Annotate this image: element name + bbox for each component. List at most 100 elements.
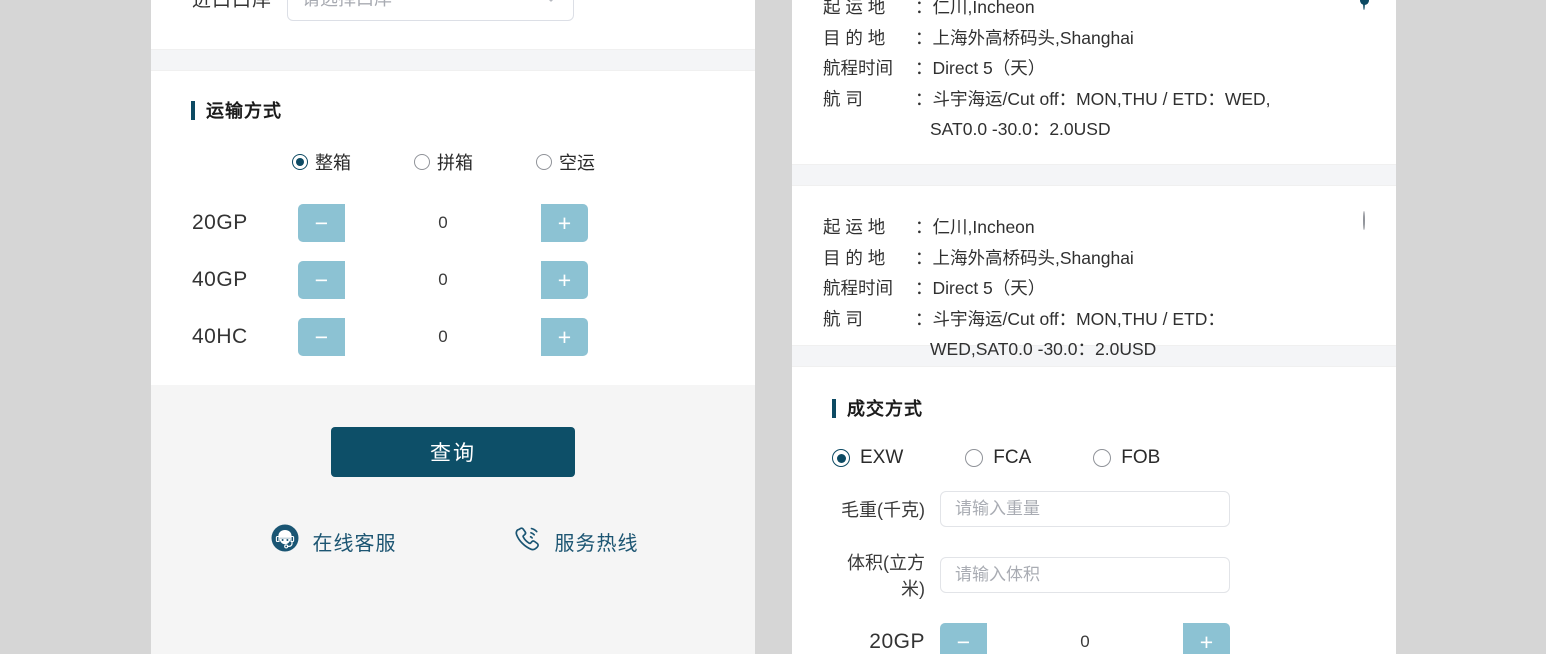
route-destination-key: 目 的 地: [823, 247, 886, 268]
trade-term-exw-label: EXW: [860, 447, 904, 468]
import-port-label: 进口口岸: [192, 0, 273, 11]
plus-button[interactable]: +: [541, 204, 588, 242]
route-result-card[interactable]: 起 运 地 ： 仁川,Incheon 目 的 地 ： 上海外高桥码头,Shang…: [792, 0, 1396, 164]
left-query-panel: 进口口岸 请选择口岸 运输方式 整箱: [151, 0, 755, 654]
service-links: 在线客服 服务热线: [151, 522, 755, 561]
minus-button[interactable]: −: [298, 318, 345, 356]
phone-hotline-icon: [512, 523, 544, 560]
colon: ：: [915, 308, 933, 329]
query-button[interactable]: 查询: [331, 427, 575, 477]
colon: ：: [915, 0, 933, 17]
radio-icon[interactable]: [1093, 449, 1112, 467]
radio-icon[interactable]: [536, 154, 552, 170]
minus-button[interactable]: −: [298, 261, 345, 299]
route-select-radio[interactable]: [1363, 211, 1365, 230]
container-label-40gp: 40GP: [192, 268, 248, 291]
quantity-value[interactable]: 0: [345, 204, 541, 242]
route-carrier-value: 斗宇海运/Cut off：MON,THU / ETD：WED,: [932, 88, 1271, 109]
transport-section-title-text: 运输方式: [206, 101, 282, 121]
section-accent-bar: [832, 398, 836, 418]
right-results-panel: 起 运 地 ： 仁川,Incheon 目 的 地 ： 上海外高桥码头,Shang…: [792, 0, 1396, 654]
plus-button[interactable]: +: [541, 261, 588, 299]
trade-term-fca-label: FCA: [993, 447, 1032, 468]
colon: ：: [915, 58, 933, 78]
colon: ：: [915, 217, 933, 237]
minus-button[interactable]: −: [940, 623, 987, 654]
route-select-radio[interactable]: [1363, 0, 1365, 10]
transport-option-lcl[interactable]: 拼箱: [414, 149, 473, 175]
route-transit-value: Direct 5（天）: [932, 58, 1046, 78]
radio-icon[interactable]: [965, 449, 984, 467]
volume-row: 体积(立方米): [792, 549, 1396, 601]
route-card-divider: [792, 164, 1396, 186]
gross-weight-input[interactable]: [940, 491, 1230, 527]
route-carrier-line: 航 司 ： 斗宇海运/Cut off：MON,THU / ETD：: [823, 304, 1366, 335]
transport-option-fcl[interactable]: 整箱: [292, 149, 351, 175]
radio-icon-selected[interactable]: [1363, 0, 1365, 10]
volume-label: 体积(立方米): [847, 553, 925, 599]
plus-button[interactable]: +: [541, 318, 588, 356]
route-carrier-value-continued: SAT0.0 -30.0：2.0USD: [930, 119, 1111, 139]
terms-container-stepper-row-20gp: 20GP − 0 +: [792, 623, 1396, 654]
route-origin-value: 仁川,Incheon: [932, 0, 1035, 17]
transport-option-air-label: 空运: [559, 153, 595, 173]
route-destination-key: 目 的 地: [823, 27, 886, 48]
section-accent-bar: [191, 100, 195, 120]
volume-input[interactable]: [940, 557, 1230, 593]
container-label-40hc: 40HC: [192, 325, 248, 348]
radio-icon-selected[interactable]: [292, 154, 308, 170]
trade-term-option-fca[interactable]: FCA: [965, 447, 1031, 469]
route-destination-line: 目 的 地 ： 上海外高桥码头,Shanghai: [823, 23, 1366, 54]
transport-method-radio-group: 整箱 拼箱 空运: [151, 149, 755, 175]
route-carrier-key: 航 司: [823, 308, 863, 329]
radio-icon-selected[interactable]: [832, 449, 850, 467]
headset-support-icon: [268, 522, 302, 561]
quantity-stepper-20gp[interactable]: − 0 +: [298, 204, 588, 242]
online-support-link[interactable]: 在线客服: [268, 522, 397, 561]
container-stepper-row-40gp: 40GP − 0 +: [151, 258, 755, 302]
route-destination-value: 上海外高桥码头,Shanghai: [932, 27, 1134, 48]
service-hotline-label: 服务热线: [554, 533, 639, 555]
quantity-value[interactable]: 0: [345, 318, 541, 356]
route-transit-key: 航程时间: [823, 278, 893, 298]
transport-option-fcl-label: 整箱: [315, 153, 351, 173]
colon: ：: [915, 88, 933, 109]
route-result-card[interactable]: 起 运 地 ： 仁川,Incheon 目 的 地 ： 上海外高桥码头,Shang…: [792, 186, 1396, 359]
route-origin-value: 仁川,Incheon: [932, 217, 1035, 237]
route-carrier-key: 航 司: [823, 88, 863, 109]
service-hotline-link[interactable]: 服务热线: [512, 523, 639, 560]
trade-terms-section: 成交方式 EXW FCA FOB 毛重(千克) 请输入重量 体积(立方米) 请输…: [792, 367, 1396, 654]
section-divider-band: [151, 49, 755, 71]
trade-term-option-fob[interactable]: FOB: [1093, 447, 1160, 469]
minus-button[interactable]: −: [298, 204, 345, 242]
trade-term-option-exw[interactable]: EXW: [832, 447, 903, 469]
route-carrier-value: 斗宇海运/Cut off：MON,THU / ETD：: [932, 308, 1225, 329]
import-port-select-value: 请选择口岸: [302, 0, 392, 11]
quantity-stepper-40gp[interactable]: − 0 +: [298, 261, 588, 299]
trade-term-fob-label: FOB: [1121, 447, 1161, 468]
route-origin-line: 起 运 地 ： 仁川,Incheon: [823, 212, 1366, 243]
route-origin-key: 起 运 地: [823, 217, 886, 237]
import-port-select[interactable]: 请选择口岸: [287, 0, 574, 21]
quantity-stepper-40hc[interactable]: − 0 +: [298, 318, 588, 356]
quantity-value[interactable]: 0: [987, 623, 1183, 654]
transport-option-air[interactable]: 空运: [536, 149, 595, 175]
quantity-value[interactable]: 0: [345, 261, 541, 299]
chevron-down-icon: [543, 0, 559, 6]
import-port-section: 进口口岸 请选择口岸: [151, 0, 755, 49]
container-stepper-row-20gp: 20GP − 0 +: [151, 201, 755, 245]
trade-terms-title-text: 成交方式: [847, 399, 923, 419]
route-transit-line: 航程时间 ： Direct 5（天）: [823, 53, 1366, 84]
plus-button[interactable]: +: [1183, 623, 1230, 654]
radio-icon[interactable]: [414, 154, 430, 170]
route-transit-line: 航程时间 ： Direct 5（天）: [823, 273, 1366, 304]
gross-weight-label: 毛重(千克): [841, 500, 925, 520]
transport-option-lcl-label: 拼箱: [437, 153, 473, 173]
route-destination-line: 目 的 地 ： 上海外高桥码头,Shanghai: [823, 243, 1366, 274]
transport-method-section: 运输方式 整箱 拼箱 空运 20GP − 0 + 40GP − 0 + 40HC…: [151, 71, 755, 385]
radio-icon[interactable]: [1363, 211, 1365, 230]
colon: ：: [915, 27, 933, 48]
terms-quantity-stepper-20gp[interactable]: − 0 +: [940, 623, 1230, 654]
colon: ：: [915, 247, 933, 268]
container-stepper-row-40hc: 40HC − 0 +: [151, 315, 755, 359]
